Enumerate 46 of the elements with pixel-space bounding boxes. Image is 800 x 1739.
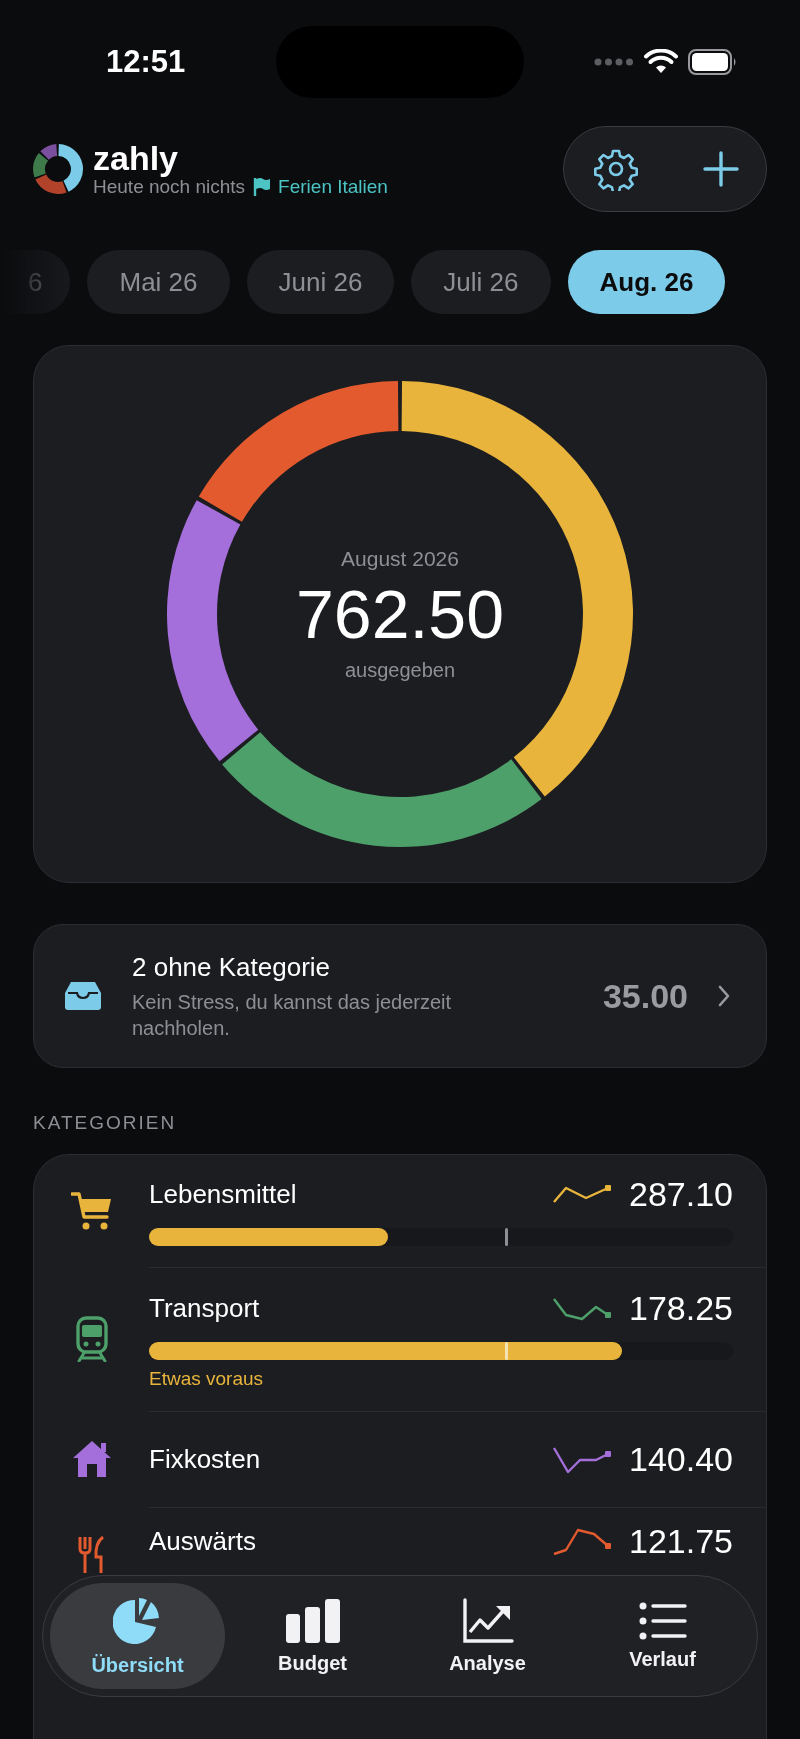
uncategorized-card[interactable]: 2 ohne Kategorie Kein Stress, du kannst das jederzeit nachholen. 35.00 (33, 924, 767, 1068)
list-icon (638, 1601, 687, 1640)
uncategorized-amount: 35.00 (602, 976, 688, 1016)
category-name: Transport (149, 1293, 260, 1324)
total-caption: ausgegeben (344, 658, 456, 682)
month-tab[interactable]: Aug. 26 (567, 250, 726, 314)
tab-item[interactable]: Übersicht (50, 1583, 225, 1689)
pace-note: Etwas voraus (149, 1368, 265, 1390)
section-heading: KATEGORIEN (33, 1112, 178, 1134)
total-amount: 762.50 (296, 574, 504, 653)
settings-icon[interactable] (594, 147, 638, 191)
inbox-icon (64, 981, 102, 1011)
category-amount: 121.75 (629, 1522, 733, 1561)
status-time: 12:51 (106, 44, 187, 80)
chevron-icon (718, 985, 730, 1007)
battery-icon (688, 49, 738, 75)
tab-item[interactable]: Verlauf (575, 1583, 750, 1689)
app-name: zahly (93, 140, 180, 176)
tab-item[interactable]: Analyse (400, 1583, 575, 1689)
month-tab[interactable]: Juli 26 (411, 250, 551, 314)
uncategorized-message: Kein Stress, du kannst das jederzeit nachholen. (132, 989, 453, 1041)
logo-icon (31, 142, 85, 196)
category-name: Fixkosten (149, 1444, 261, 1475)
flag-icon (253, 177, 272, 197)
uncategorized-title: 2 ohne Kategorie (132, 951, 332, 983)
cart-icon (70, 1191, 113, 1231)
category-amount: 178.25 (629, 1289, 733, 1328)
bar-chart-icon (284, 1597, 341, 1644)
category-amount: 140.40 (629, 1440, 733, 1479)
signal-icon (594, 58, 634, 66)
month-tab[interactable]: Juni 26 (246, 250, 395, 314)
wifi-icon (644, 49, 678, 75)
category-amount: 287.10 (629, 1175, 733, 1214)
sparkline (551, 1526, 611, 1557)
fork-knife-icon (76, 1535, 107, 1575)
trip-link[interactable]: Ferien Italien (278, 176, 388, 198)
month-tab[interactable]: Mai 26 (87, 250, 230, 314)
tab-item[interactable]: Budget (225, 1583, 400, 1689)
add-icon[interactable] (702, 150, 740, 188)
category-name: Auswärts (149, 1526, 256, 1557)
period-label: August 2026 (341, 546, 459, 571)
trend-chart-icon (461, 1597, 514, 1644)
train-icon (74, 1316, 109, 1362)
subtitle: Heute noch nichts (93, 176, 246, 198)
category-name: Lebensmittel (149, 1179, 297, 1210)
sparkline (551, 1184, 611, 1205)
